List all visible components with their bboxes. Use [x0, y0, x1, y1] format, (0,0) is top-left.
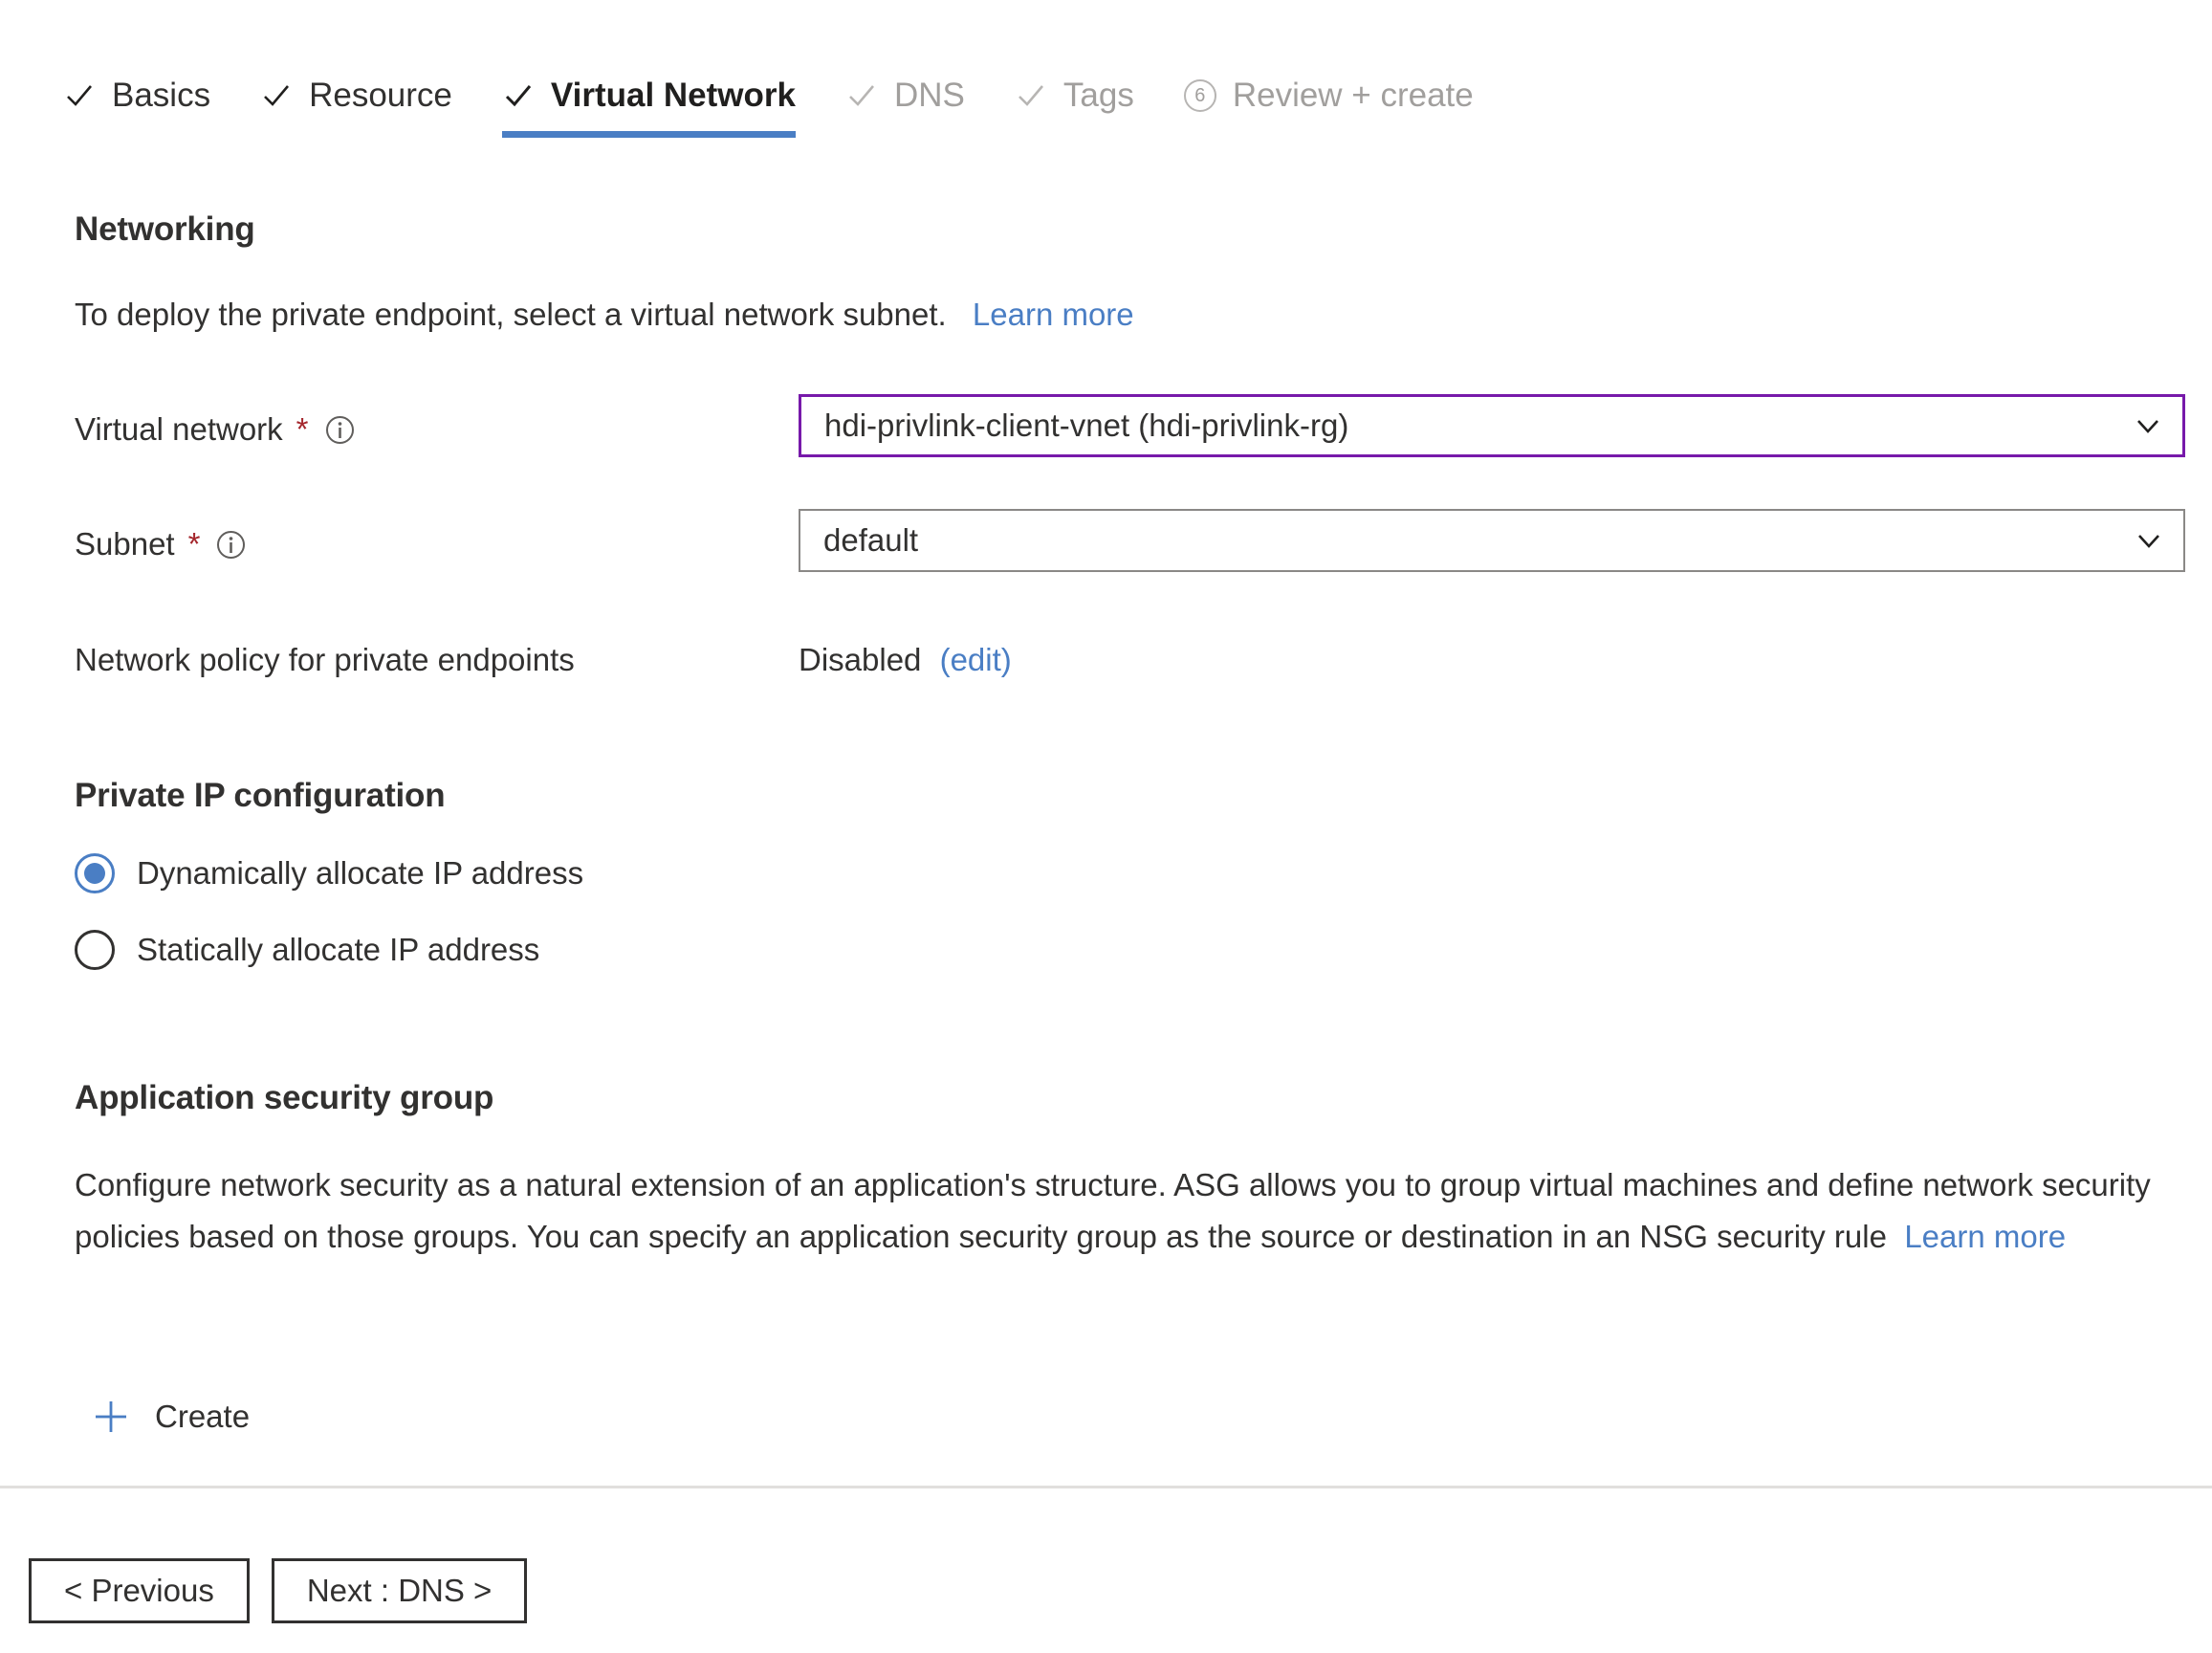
virtual-network-label: Virtual network * [75, 408, 355, 451]
tab-review-create[interactable]: 6 Review + create [1159, 75, 1499, 138]
check-icon [845, 79, 878, 112]
info-icon[interactable] [325, 415, 355, 445]
tab-virtual-network[interactable]: Virtual Network [477, 75, 821, 138]
asg-description-text: Configure network security as a natural … [75, 1167, 2151, 1254]
next-dns-button[interactable]: Next : DNS > [271, 1558, 528, 1623]
networking-heading: Networking [75, 210, 255, 248]
check-icon [63, 79, 96, 112]
radio-mark [75, 853, 115, 893]
tab-tags[interactable]: Tags [990, 75, 1159, 138]
virtual-network-value: hdi-privlink-client-vnet (hdi-privlink-r… [824, 408, 1349, 443]
info-icon[interactable] [216, 530, 246, 560]
private-ip-heading: Private IP configuration [75, 777, 446, 814]
step-number-badge: 6 [1183, 79, 1216, 112]
subnet-label: Subnet * [75, 523, 246, 565]
subnet-label-text: Subnet [75, 526, 175, 562]
tab-label: DNS [893, 77, 965, 114]
tab-basics[interactable]: Basics [55, 75, 235, 138]
footer-button-bar: < Previous Next : DNS > [29, 1558, 528, 1623]
required-asterisk: * [187, 526, 201, 562]
check-icon [1015, 79, 1047, 112]
create-label: Create [155, 1399, 251, 1434]
tab-label: Virtual Network [550, 77, 796, 114]
asg-heading: Application security group [75, 1079, 494, 1116]
tab-label: Basics [112, 77, 211, 114]
tab-label: Review + create [1232, 77, 1474, 114]
check-icon [502, 79, 535, 112]
required-asterisk: * [296, 411, 309, 447]
asg-description: Configure network security as a natural … [75, 1159, 2159, 1263]
radio-dynamically-allocate-ip[interactable]: Dynamically allocate IP address [75, 852, 583, 894]
tab-underline [501, 131, 796, 138]
footer-divider [0, 1486, 2212, 1488]
radio-label: Dynamically allocate IP address [137, 855, 584, 891]
chevron-down-icon [2114, 524, 2183, 557]
network-policy-label: Network policy for private endpoints [75, 639, 575, 681]
networking-description: To deploy the private endpoint, select a… [75, 289, 1134, 341]
plus-icon [92, 1398, 130, 1436]
tab-dns[interactable]: DNS [821, 75, 990, 138]
previous-button[interactable]: < Previous [29, 1558, 250, 1623]
create-asg-button[interactable]: Create [92, 1398, 250, 1436]
network-policy-label-text: Network policy for private endpoints [75, 642, 575, 677]
radio-statically-allocate-ip[interactable]: Statically allocate IP address [75, 929, 539, 971]
network-policy-value: Disabled [799, 642, 922, 677]
wizard-tab-strip: Basics Resource Virtual Network DNS Tags… [55, 75, 1499, 138]
virtual-network-label-text: Virtual network [75, 411, 283, 447]
virtual-network-dropdown[interactable]: hdi-privlink-client-vnet (hdi-privlink-r… [799, 394, 2185, 457]
subnet-value: default [823, 522, 919, 558]
networking-description-text: To deploy the private endpoint, select a… [75, 297, 947, 332]
networking-learn-more-link[interactable]: Learn more [973, 297, 1134, 332]
chevron-down-icon [2113, 409, 2182, 442]
subnet-dropdown[interactable]: default [799, 509, 2185, 572]
tab-resource[interactable]: Resource [235, 75, 477, 138]
tab-label: Resource [309, 77, 452, 114]
network-policy-edit-link[interactable]: (edit) [940, 642, 1012, 677]
radio-label: Statically allocate IP address [137, 932, 540, 967]
tab-label: Tags [1062, 77, 1134, 114]
asg-learn-more-link[interactable]: Learn more [1904, 1219, 2066, 1254]
network-policy-value-group: Disabled (edit) [799, 639, 1012, 681]
check-icon [260, 79, 293, 112]
radio-mark [75, 930, 115, 970]
